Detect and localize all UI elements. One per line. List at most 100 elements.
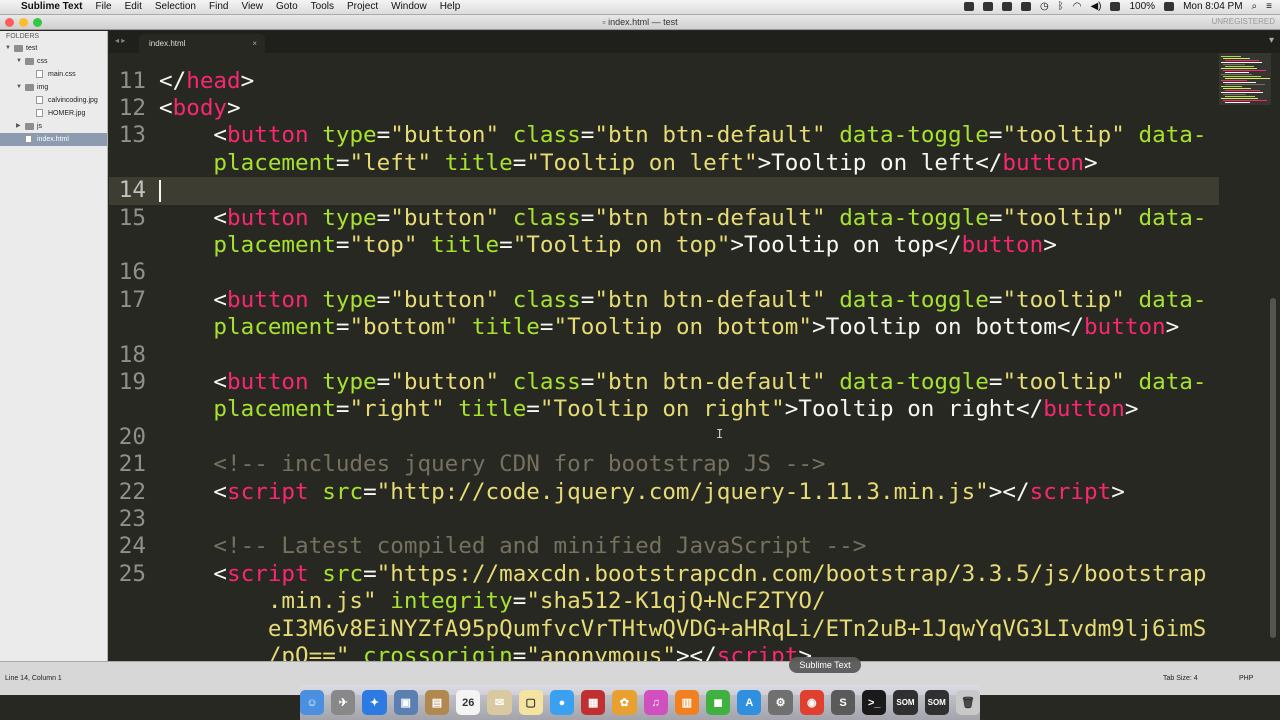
code-line[interactable]: 15 <button type="button" class="btn btn-…	[109, 205, 1219, 232]
menu-file[interactable]: File	[96, 1, 112, 12]
disclosure-open-icon[interactable]: ▼	[5, 42, 11, 55]
close-tab-icon[interactable]: ×	[252, 34, 257, 53]
status-icon[interactable]	[982, 2, 993, 11]
minimap[interactable]	[1219, 53, 1271, 105]
disclosure-closed-icon[interactable]: ▶	[16, 120, 22, 133]
sublime-text-icon[interactable]: S	[830, 690, 856, 715]
menu-window[interactable]: Window	[391, 1, 427, 12]
status-icon[interactable]	[1001, 2, 1012, 11]
sidebar-item-main-css[interactable]: main.css	[0, 68, 107, 81]
sidebar-item-test[interactable]: ▼ test	[0, 42, 107, 55]
code-line[interactable]: .min.js" integrity="sha512-K1qjQ+NcF2TYO…	[109, 588, 1219, 615]
sidebar-item-calvincoding-jpg[interactable]: calvincoding.jpg	[0, 94, 107, 107]
code-line[interactable]: placement="right" title="Tooltip on righ…	[109, 396, 1219, 423]
code-line[interactable]: 12 <body>	[109, 95, 1219, 122]
som-app-icon[interactable]: SOM	[893, 690, 918, 715]
code-line[interactable]: 18	[109, 342, 1219, 369]
tab-nav-arrows[interactable]: ◂ ▸	[115, 36, 125, 45]
messages-icon[interactable]: ●	[549, 690, 575, 715]
code-line[interactable]: eI3M6v8EiNYZfA95pQumfvcVrTHtwQVDG+aHRqLi…	[109, 616, 1219, 643]
code-line[interactable]: placement="left" title="Tooltip on left"…	[109, 150, 1219, 177]
menu-tools[interactable]: Tools	[311, 1, 334, 12]
system-preferences-icon[interactable]: ⚙	[768, 690, 793, 715]
trash-icon[interactable]: 🗑	[955, 690, 981, 715]
dropbox-icon[interactable]	[963, 2, 974, 11]
keyboard-icon[interactable]	[1110, 2, 1121, 11]
code-line[interactable]: 16	[109, 259, 1219, 286]
code-text: <!-- Latest compiled and minified JavaSc…	[159, 533, 866, 560]
bluetooth-icon[interactable]: ᛒ	[1058, 1, 1064, 12]
code-editor[interactable]: 11 </head> 12 <body> 13 <button type="button…	[109, 53, 1280, 661]
spotlight-icon[interactable]: ⌕	[1252, 1, 1258, 12]
chrome-icon[interactable]: ◉	[799, 690, 824, 715]
sidebar-item-css[interactable]: ▼ css	[0, 55, 107, 68]
code-line[interactable]: placement="bottom" title="Tooltip on bot…	[109, 314, 1219, 341]
app-store-icon[interactable]: A	[737, 690, 762, 715]
ibooks-icon[interactable]: ▥	[674, 690, 699, 715]
photo-booth-icon[interactable]: ▦	[581, 690, 606, 715]
safari-icon[interactable]: ✦	[362, 690, 387, 715]
line-number: 21	[118, 451, 146, 478]
sidebar-item-index-html[interactable]: index.html	[0, 133, 107, 146]
calendar-icon[interactable]: 26	[456, 690, 481, 715]
menu-find[interactable]: Find	[209, 1, 228, 12]
code-line[interactable]: 23	[109, 506, 1219, 533]
code-line[interactable]: 20	[109, 424, 1219, 451]
notification-center-icon[interactable]: ≡	[1266, 1, 1272, 12]
sidebar-item-homer-jpg[interactable]: HOMER.jpg	[0, 107, 107, 120]
code-line[interactable]: /pQ==" crossorigin="anonymous"></script>	[109, 643, 1219, 661]
vertical-scrollbar[interactable]	[1270, 298, 1276, 638]
finder-icon[interactable]: ☺	[299, 690, 325, 715]
menu-help[interactable]: Help	[440, 1, 461, 12]
terminal-icon[interactable]: >_	[862, 690, 887, 715]
app-menu[interactable]: Sublime Text	[21, 1, 83, 12]
battery-icon[interactable]	[1164, 2, 1175, 11]
notes-icon[interactable]: ▤	[424, 690, 450, 715]
sidebar-item-js[interactable]: ▶ js	[0, 120, 107, 133]
battery-text[interactable]: 100%	[1129, 1, 1155, 12]
disclosure-open-icon[interactable]: ▼	[16, 81, 22, 94]
photos-icon[interactable]: ✿	[612, 690, 637, 715]
syntax-selector[interactable]: PHP	[1239, 675, 1253, 682]
code-line[interactable]: 17 <button type="button" class="btn btn-…	[109, 287, 1219, 314]
code-line[interactable]: 24 <!-- Latest compiled and minified Jav…	[109, 533, 1219, 560]
display-icon[interactable]	[1020, 2, 1031, 11]
disclosure-open-icon[interactable]: ▼	[16, 55, 22, 68]
menu-view[interactable]: View	[241, 1, 263, 12]
menu-goto[interactable]: Goto	[276, 1, 298, 12]
launchpad-icon[interactable]: ✈	[331, 690, 356, 715]
code-line[interactable]: placement="top" title="Tooltip on top">T…	[109, 232, 1219, 259]
time-machine-icon[interactable]: ◷	[1040, 1, 1049, 12]
sidebar-item-label: calvincoding.jpg	[48, 97, 98, 104]
menu-selection[interactable]: Selection	[155, 1, 196, 12]
tab-size-selector[interactable]: Tab Size: 4	[1163, 675, 1198, 682]
tab-index-html[interactable]: index.html ×	[139, 34, 265, 53]
code-line[interactable]: 11 </head>	[109, 68, 1219, 95]
contacts-icon[interactable]: ✉	[487, 690, 512, 715]
code-line[interactable]: 19 <button type="button" class="btn btn-…	[109, 369, 1219, 396]
som-app-2-icon[interactable]: SOM	[924, 690, 949, 715]
preview-icon[interactable]: ▣	[393, 690, 418, 715]
code-line[interactable]: 22 <script src="http://code.jquery.com/j…	[109, 479, 1219, 506]
tab-list-chevron-icon[interactable]: ▾	[1269, 35, 1274, 46]
minimap-line	[1223, 64, 1245, 65]
code-line[interactable]	[109, 53, 1219, 68]
menu-edit[interactable]: Edit	[125, 1, 142, 12]
code-line[interactable]: 25 <script src="https://maxcdn.bootstrap…	[109, 561, 1219, 588]
code-line[interactable]: 13 <button type="button" class="btn btn-…	[109, 122, 1219, 149]
clock[interactable]: Mon 8:04 PM	[1183, 1, 1242, 12]
volume-icon[interactable]: ◀)	[1090, 1, 1101, 12]
wifi-icon[interactable]: ◠	[1073, 1, 1082, 12]
code-line[interactable]: 21 <!-- includes jquery CDN for bootstra…	[109, 451, 1219, 478]
code-token: =	[512, 643, 527, 661]
facetime-icon[interactable]: ◼	[705, 690, 731, 715]
itunes-icon[interactable]: ♫	[643, 690, 668, 715]
code-token: body	[172, 95, 228, 121]
sidebar-item-img[interactable]: ▼ img	[0, 81, 107, 94]
textedit-icon[interactable]: ▢	[518, 690, 543, 715]
code-line[interactable]: 14	[109, 177, 1219, 205]
menu-project[interactable]: Project	[347, 1, 378, 12]
